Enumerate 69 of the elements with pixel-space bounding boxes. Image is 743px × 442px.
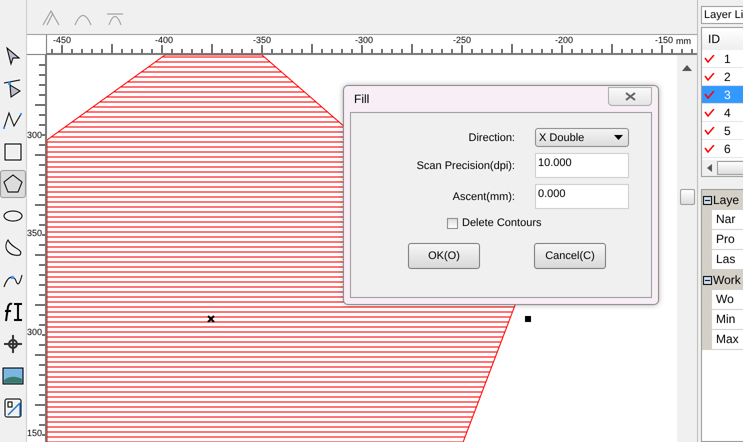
input-field[interactable]: 0.000 <box>535 184 629 209</box>
barcode-edit-tool-icon <box>2 397 24 419</box>
layer-id: 2 <box>724 70 731 84</box>
layer-id: 3 <box>724 88 731 102</box>
ruler-label: -250 <box>453 35 471 45</box>
collapse-icon[interactable] <box>703 276 712 284</box>
ruler-label: 300 <box>27 130 42 140</box>
layer-row[interactable]: 1 <box>702 50 743 68</box>
rectangle-tool-icon <box>2 141 24 163</box>
dialog-title: Fill <box>354 92 370 106</box>
layer-list-tab[interactable]: Layer Li <box>701 6 743 24</box>
ruler-label: 150 <box>27 428 42 438</box>
image-tool-icon <box>2 365 24 387</box>
field-label: Scan Precision(dpi): <box>416 160 515 172</box>
ruler-label: 300 <box>27 327 42 337</box>
handle-marker <box>525 316 531 322</box>
property-name: Max <box>712 330 743 350</box>
property-name: Nar <box>712 210 743 230</box>
layer-row[interactable]: 5 <box>702 122 743 140</box>
check-icon[interactable] <box>704 108 715 116</box>
check-icon[interactable] <box>704 54 715 62</box>
delete-contours-checkbox[interactable]: Delete Contours <box>447 217 651 229</box>
property-name: Las <box>712 250 743 270</box>
dropdown-value: X Double <box>539 132 584 144</box>
layer-row[interactable]: 6 <box>702 140 743 158</box>
polygon-tool-icon <box>2 173 24 195</box>
layer-id: 4 <box>724 106 731 120</box>
ruler-label: -200 <box>555 35 573 45</box>
input-field[interactable]: 10.000 <box>535 153 629 178</box>
layer-id: 5 <box>724 124 731 138</box>
dialog-button[interactable]: OK(O) <box>408 243 480 269</box>
scroll-thumb[interactable] <box>680 189 694 205</box>
layer-id: 1 <box>724 52 731 66</box>
property-name: Min <box>712 310 743 330</box>
horizontal-scrollbar[interactable] <box>702 160 743 176</box>
close-button[interactable] <box>608 86 652 106</box>
layer-row[interactable]: 4 <box>702 104 743 122</box>
polyline-tool-icon <box>2 109 24 131</box>
ruler-label: -300 <box>355 35 373 45</box>
ruler-label: -350 <box>253 35 271 45</box>
ruler-unit: mm <box>676 36 691 46</box>
ruler-label: 350 <box>27 228 42 238</box>
checkbox[interactable] <box>447 218 458 228</box>
layer-id: 6 <box>724 142 731 156</box>
check-icon[interactable] <box>704 72 715 80</box>
point-tool-icon <box>2 333 24 355</box>
ruler-label: -450 <box>53 35 71 45</box>
checkbox-label: Delete Contours <box>462 217 542 229</box>
text-tool-icon <box>2 301 24 323</box>
scroll-up-icon[interactable] <box>682 65 692 71</box>
tool-button[interactable] <box>0 170 26 198</box>
property-group-label: Laye <box>713 193 740 207</box>
property-name: Pro <box>712 230 743 250</box>
property-name: Wo <box>712 290 743 310</box>
dialog-button[interactable]: Cancel(C) <box>534 243 606 269</box>
field-label: Ascent(mm): <box>452 190 515 202</box>
close-icon <box>624 92 636 100</box>
ruler-label: -150 <box>655 35 673 45</box>
ruler-label: -400 <box>155 35 173 45</box>
scroll-left-icon[interactable] <box>707 164 712 172</box>
collapse-icon[interactable] <box>703 196 712 204</box>
check-icon[interactable] <box>704 144 715 152</box>
center-marker-icon <box>207 315 215 323</box>
check-icon[interactable] <box>704 90 715 98</box>
field-label: Direction: <box>468 132 515 144</box>
direction-dropdown[interactable]: X Double <box>535 128 629 147</box>
dropdown-caret-icon <box>614 135 623 140</box>
check-icon[interactable] <box>704 126 715 134</box>
property-group-label: Work <box>713 273 741 287</box>
